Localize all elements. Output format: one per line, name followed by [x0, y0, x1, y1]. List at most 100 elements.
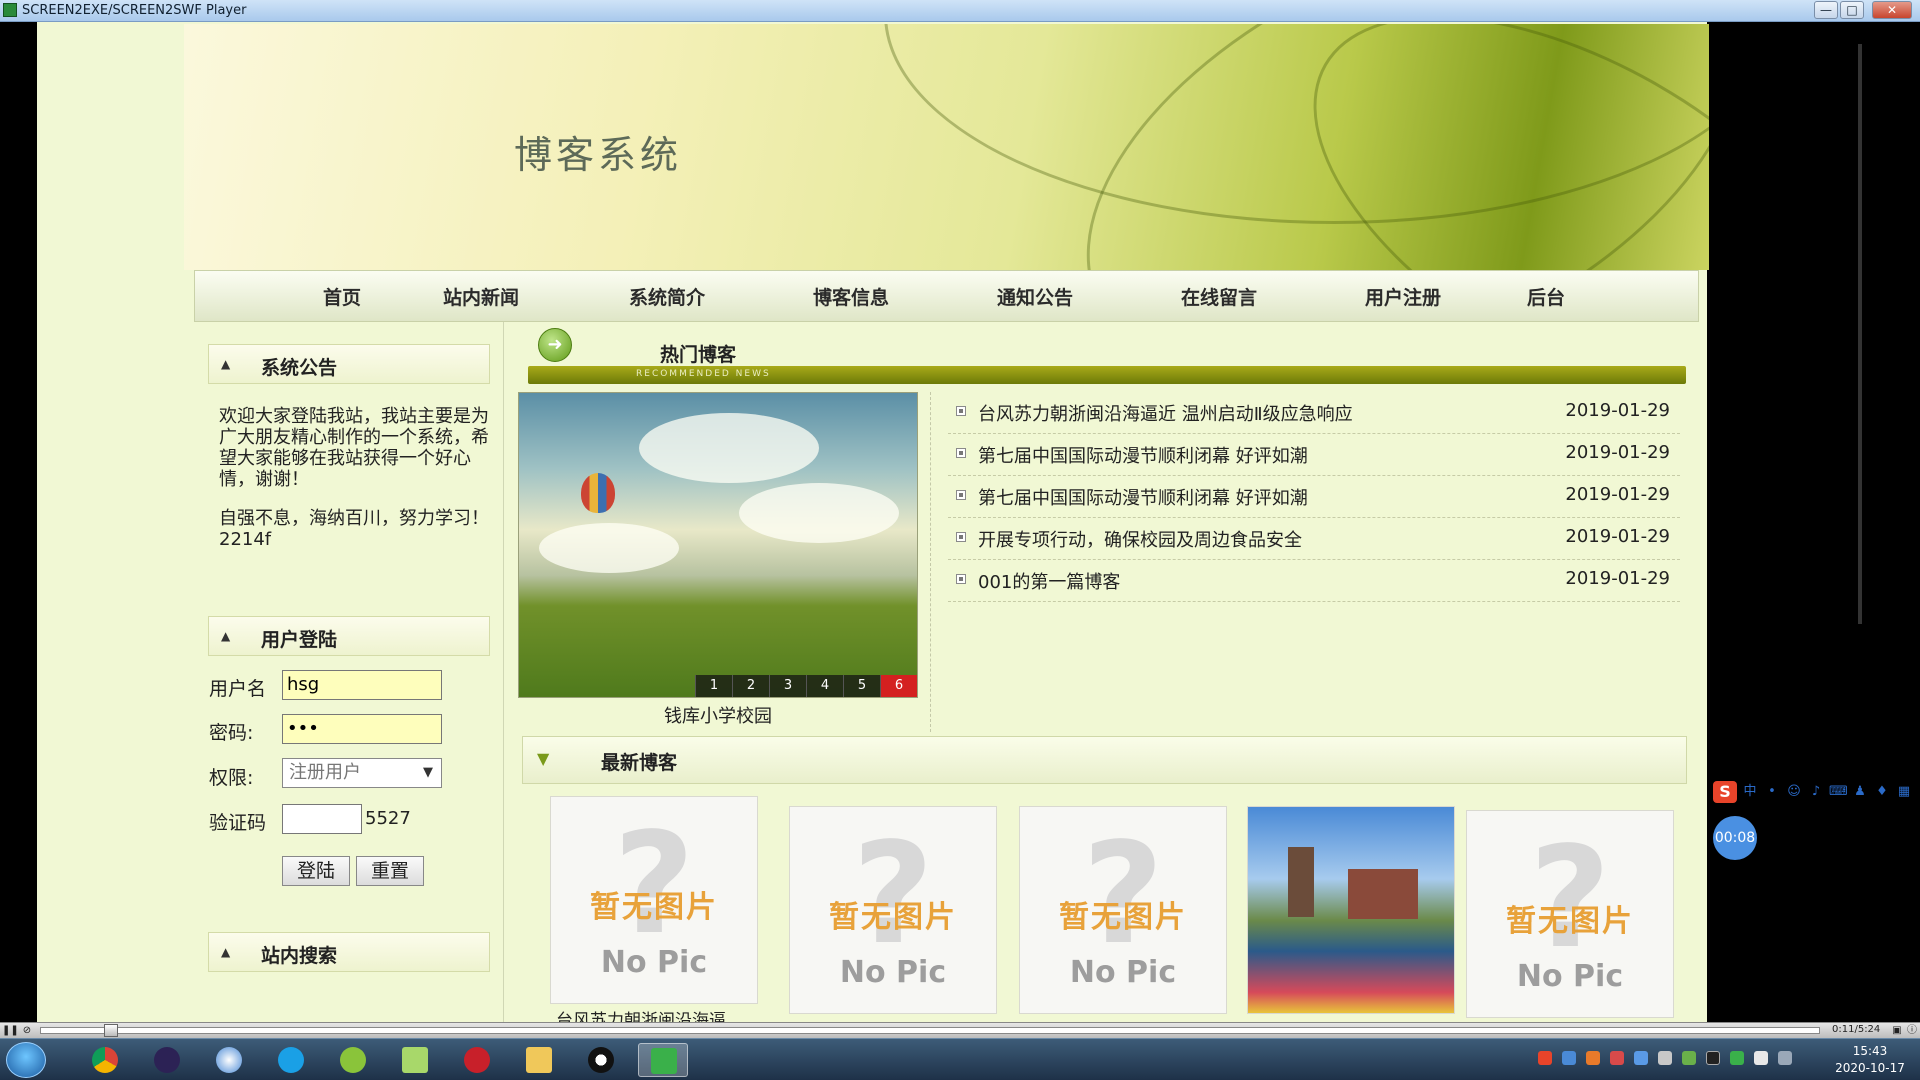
captcha-input[interactable]: [282, 804, 362, 834]
update-tray-icon[interactable]: [1586, 1051, 1600, 1065]
news-title[interactable]: 台风苏力朝浙闽沿海逼近 温州启动Ⅱ级应急响应: [978, 400, 1353, 426]
user-icon[interactable]: ♟: [1851, 783, 1869, 801]
minimize-button[interactable]: —: [1814, 1, 1838, 19]
search-panel-header[interactable]: ▲ 站内搜索: [208, 932, 490, 972]
blog-thumbnail[interactable]: ? 暂无图片 No Pic: [1466, 810, 1674, 1018]
skin-icon[interactable]: ♦: [1873, 783, 1891, 801]
seek-bar[interactable]: [40, 1027, 1820, 1034]
nav-home[interactable]: 首页: [323, 283, 361, 310]
cloud-shape: [539, 523, 679, 573]
shield-tray-icon[interactable]: [1634, 1051, 1648, 1065]
app-tray-icon[interactable]: [1730, 1051, 1744, 1065]
qq-tray-icon[interactable]: [1706, 1051, 1720, 1065]
username-input[interactable]: hsg: [282, 670, 442, 700]
fullscreen-icon[interactable]: ▣: [1890, 1024, 1904, 1037]
maximize-button[interactable]: □: [1840, 1, 1864, 19]
player-scrollbar[interactable]: [1858, 44, 1862, 624]
slide-page-1[interactable]: 1: [695, 675, 732, 697]
news-title[interactable]: 第七届中国国际动漫节顺利闭幕 好评如潮: [978, 442, 1308, 468]
slide-page-2[interactable]: 2: [732, 675, 769, 697]
nav-register[interactable]: 用户注册: [1365, 283, 1441, 310]
player-controls: ❚❚ ⊘ 0:11/5:24 ▣ ⓘ: [0, 1022, 1920, 1038]
blog-thumbnail-photo[interactable]: [1247, 806, 1455, 1014]
news-item[interactable]: 第七届中国国际动漫节顺利闭幕 好评如潮 2019-01-29: [948, 434, 1680, 476]
battery-tray-icon[interactable]: [1682, 1051, 1696, 1065]
qq-taskbar-icon[interactable]: [576, 1043, 626, 1077]
photos-taskbar-icon[interactable]: [204, 1043, 254, 1077]
news-item[interactable]: 台风苏力朝浙闽沿海逼近 温州启动Ⅱ级应急响应 2019-01-29: [948, 392, 1680, 434]
news-item[interactable]: 第七届中国国际动漫节顺利闭幕 好评如潮 2019-01-29: [948, 476, 1680, 518]
nav-system-intro[interactable]: 系统简介: [629, 283, 705, 310]
password-input[interactable]: •••: [282, 714, 442, 744]
security-tray-icon[interactable]: [1610, 1051, 1624, 1065]
sogou-logo-icon[interactable]: S: [1713, 781, 1737, 803]
flash-taskbar-icon[interactable]: [452, 1043, 502, 1077]
nav-guestbook[interactable]: 在线留言: [1181, 283, 1257, 310]
nav-site-news[interactable]: 站内新闻: [443, 283, 519, 310]
stop-icon[interactable]: ⊘: [20, 1024, 34, 1037]
nav-blog-info[interactable]: 博客信息: [813, 283, 889, 310]
eclipse-taskbar-icon[interactable]: [142, 1043, 192, 1077]
login-button[interactable]: 登陆: [282, 856, 350, 886]
slide-page-5[interactable]: 5: [843, 675, 880, 697]
reset-button[interactable]: 重置: [356, 856, 424, 886]
bullet-icon: [956, 448, 966, 458]
volume-tray-icon[interactable]: [1658, 1051, 1672, 1065]
blog-thumbnail[interactable]: ? 暂无图片 No Pic: [550, 796, 758, 1004]
cloud-shape: [639, 413, 819, 483]
browser-taskbar-icon[interactable]: [266, 1043, 316, 1077]
network-tray-icon[interactable]: [1562, 1051, 1576, 1065]
slide-page-4[interactable]: 4: [806, 675, 843, 697]
blog-thumbnail[interactable]: ? 暂无图片 No Pic: [1019, 806, 1227, 1014]
nav-announcements[interactable]: 通知公告: [997, 283, 1073, 310]
punctuation-icon[interactable]: •: [1763, 783, 1781, 801]
info-icon[interactable]: ⓘ: [1905, 1024, 1919, 1037]
display-tray-icon[interactable]: [1778, 1051, 1792, 1065]
clock-date: 2020-10-17: [1835, 1061, 1905, 1075]
start-button[interactable]: [6, 1042, 46, 1078]
news-date: 2019-01-29: [1565, 400, 1670, 421]
slide-caption[interactable]: 钱库小学校园: [518, 702, 918, 728]
keyboard-icon[interactable]: ⌨: [1829, 783, 1848, 801]
seek-handle[interactable]: [104, 1024, 118, 1037]
notepad-taskbar-icon[interactable]: [390, 1043, 440, 1077]
sogou-tray-icon[interactable]: [1538, 1051, 1552, 1065]
app-taskbar-icon[interactable]: [328, 1043, 378, 1077]
captcha-label: 验证码: [209, 812, 267, 834]
site-title: 博客系统: [514, 133, 683, 177]
emoji-icon[interactable]: ☺: [1785, 783, 1803, 801]
nav-admin[interactable]: 后台: [1527, 283, 1565, 310]
microphone-icon[interactable]: ♪: [1807, 783, 1825, 801]
system-tray: [1538, 1051, 1792, 1065]
image-slideshow[interactable]: 1 2 3 4 5 6: [518, 392, 918, 698]
close-button[interactable]: ✕: [1872, 1, 1912, 19]
news-item[interactable]: 001的第一篇博客 2019-01-29: [948, 560, 1680, 602]
grid-icon[interactable]: ▦: [1895, 783, 1913, 801]
notice-paragraph: 自强不息，海纳百川，努力学习！2214f: [219, 508, 489, 550]
role-select[interactable]: 注册用户 ▼: [282, 758, 442, 788]
no-pic-label: 暂无图片: [1506, 904, 1634, 939]
explorer-taskbar-icon[interactable]: [514, 1043, 564, 1077]
slide-page-6[interactable]: 6: [880, 675, 917, 697]
notice-paragraph: 欢迎大家登陆我站，我站主要是为广大朋友精心制作的一个系统，希望大家能够在我站获得…: [219, 406, 489, 490]
news-title[interactable]: 第七届中国国际动漫节顺利闭幕 好评如潮: [978, 484, 1308, 510]
news-date: 2019-01-29: [1565, 568, 1670, 589]
playback-time: 0:11/5:24: [1832, 1024, 1881, 1035]
chrome-taskbar-icon[interactable]: [80, 1043, 130, 1077]
player-taskbar-icon[interactable]: [638, 1043, 688, 1077]
login-panel-header[interactable]: ▲ 用户登陆: [208, 616, 490, 656]
news-title[interactable]: 开展专项行动，确保校园及周边食品安全: [978, 526, 1302, 552]
collapse-triangle-icon: ▲: [221, 629, 231, 643]
blog-thumbnail[interactable]: ? 暂无图片 No Pic: [789, 806, 997, 1014]
bullet-icon: [956, 406, 966, 416]
news-item[interactable]: 开展专项行动，确保校园及周边食品安全 2019-01-29: [948, 518, 1680, 560]
slide-page-3[interactable]: 3: [769, 675, 806, 697]
taskbar-clock[interactable]: 15:43 2020-10-17: [1830, 1043, 1910, 1077]
no-pic-label: No Pic: [839, 955, 947, 990]
notice-panel-header[interactable]: ▲ 系统公告: [208, 344, 490, 384]
news-title[interactable]: 001的第一篇博客: [978, 568, 1120, 594]
no-pic-label: No Pic: [1516, 959, 1624, 994]
pause-icon[interactable]: ❚❚: [2, 1024, 19, 1037]
ime-mode-indicator[interactable]: 中: [1741, 783, 1759, 801]
speaker-tray-icon[interactable]: [1754, 1051, 1768, 1065]
